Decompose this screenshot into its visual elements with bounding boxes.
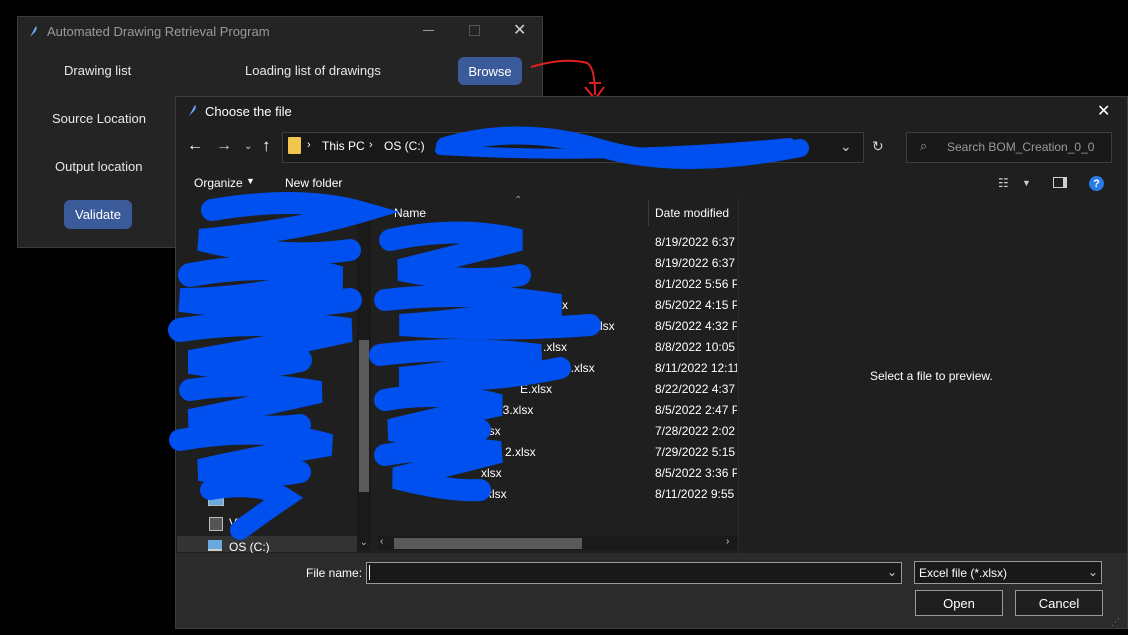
redaction-scribble-overlay: [168, 126, 809, 540]
